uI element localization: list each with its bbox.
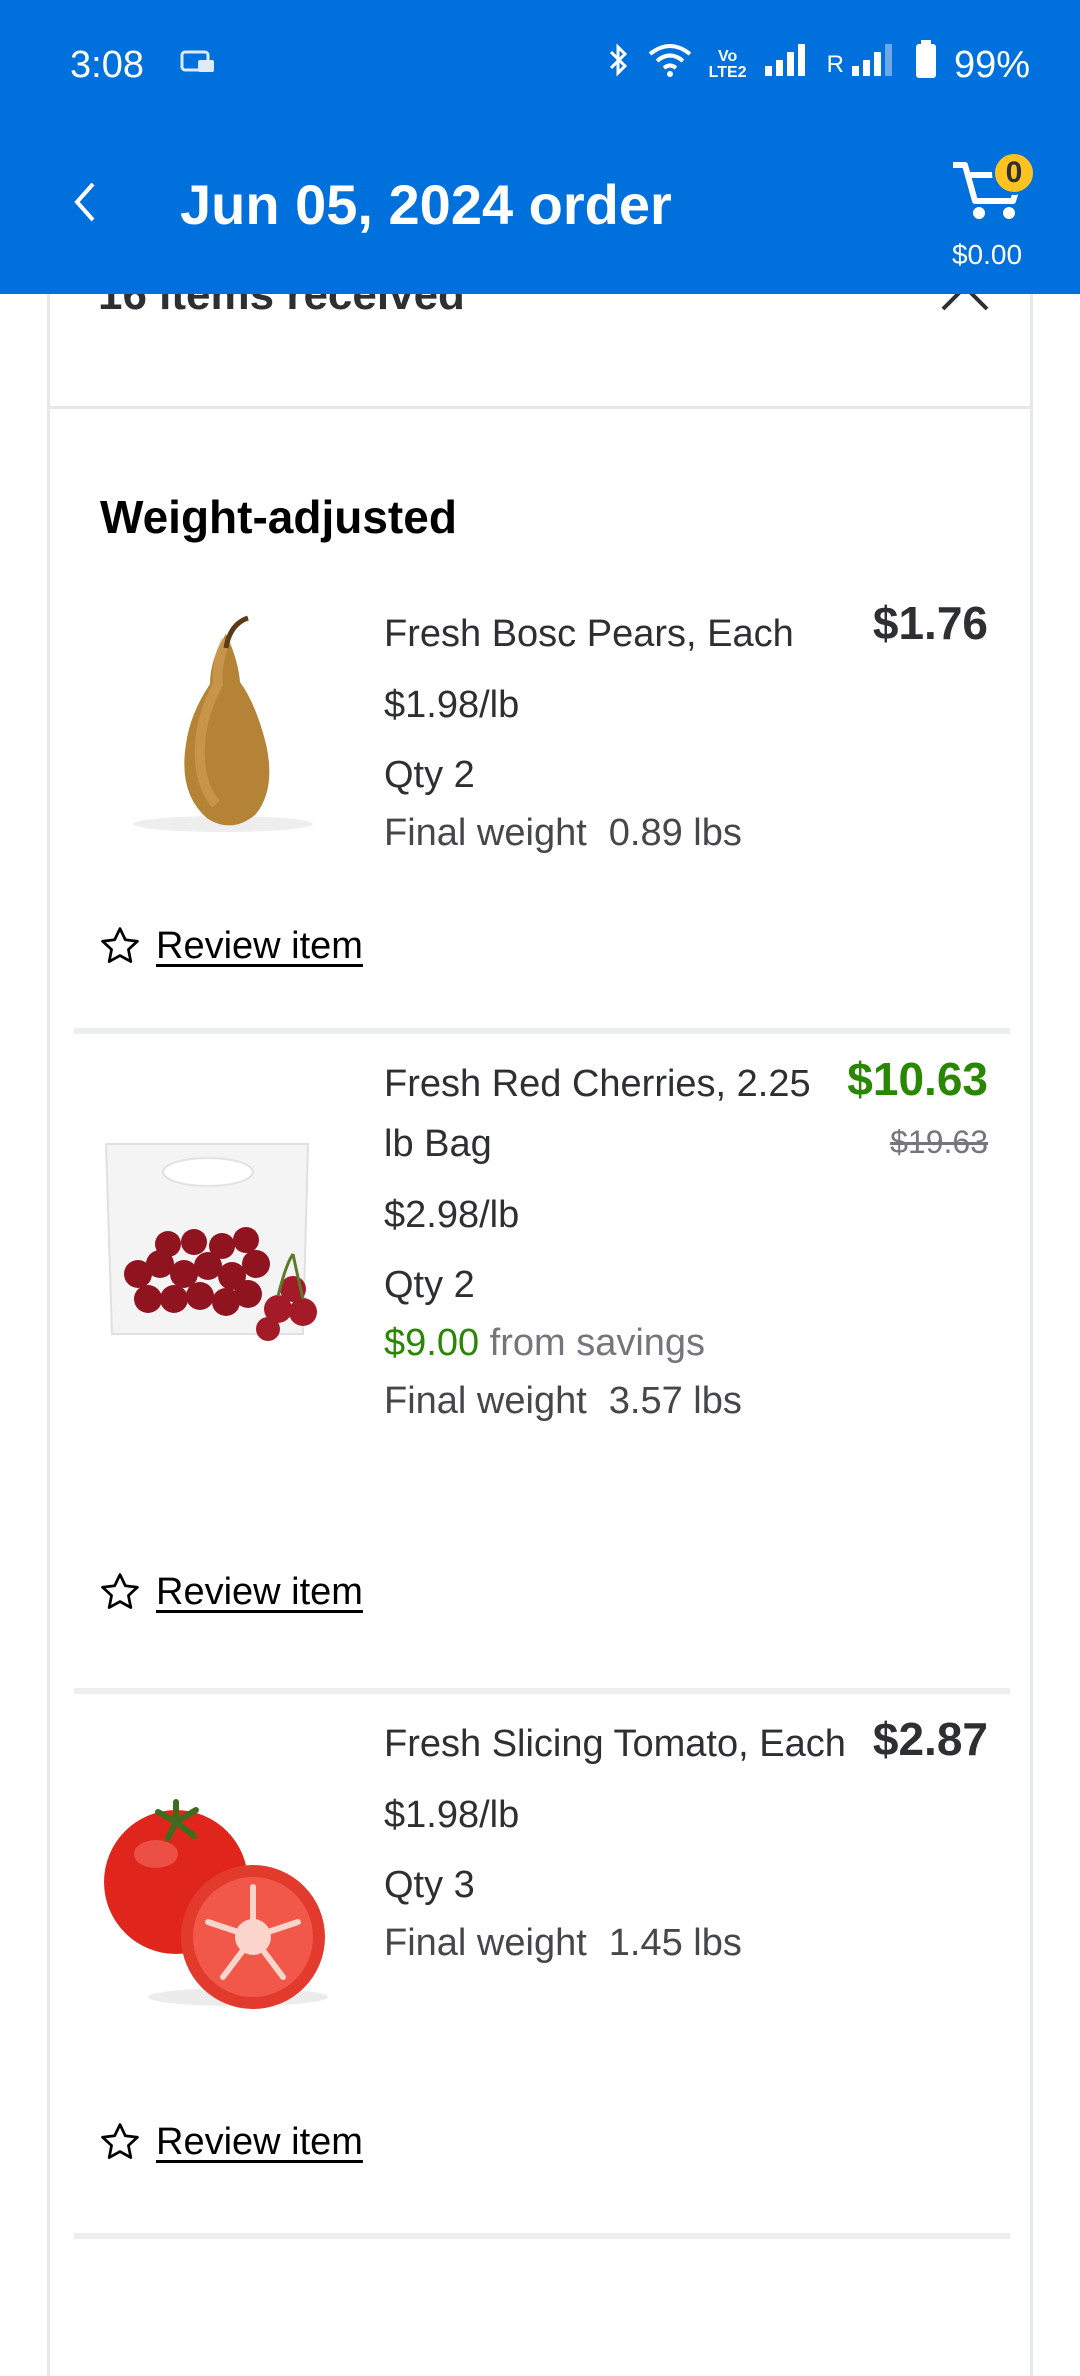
cart-count-badge: 0 (992, 151, 1036, 195)
cart-total: $0.00 (951, 239, 1023, 270)
order-item: Fresh Bosc Pears, Each $1.98/lb Qty 2 Fi… (74, 584, 1010, 1034)
back-arrow-icon (74, 182, 95, 222)
signal-icon (763, 42, 811, 88)
tomato-image (98, 1782, 338, 2022)
pear-image (98, 604, 338, 844)
notification-icon (180, 48, 216, 81)
final-weight-label: Final weight (384, 812, 587, 854)
cart-button[interactable]: 0 $0.00 (942, 151, 1036, 275)
roaming-label: R (826, 51, 844, 78)
order-items-card: 16 items received Weight-adjusted Fresh … (47, 270, 1033, 2376)
final-weight-label: Final weight (384, 1922, 587, 1964)
review-item-button[interactable]: Review item (98, 2120, 363, 2164)
final-weight-value: 3.57 lbs (608, 1380, 742, 1422)
back-button[interactable] (60, 172, 110, 232)
review-item-button[interactable]: Review item (98, 1570, 363, 1614)
item-unit-price: $1.98/lb (384, 684, 520, 726)
item-savings: $9.00 from savings (384, 1322, 705, 1365)
section-title: Weight-adjusted (100, 491, 457, 543)
status-icons: Vo LTE2 R 99% (607, 40, 1030, 90)
order-item: Fresh Slicing Tomato, Each $1.98/lb Qty … (74, 1694, 1010, 2239)
bluetooth-icon (607, 40, 631, 90)
item-name: Fresh Slicing Tomato, Each (384, 1723, 846, 1765)
item-unit-price: $1.98/lb (384, 1794, 520, 1836)
volte-icon: Vo LTE2 (708, 48, 747, 81)
item-price: $1.76 (872, 597, 988, 649)
wifi-icon (647, 42, 693, 88)
savings-text: from savings (489, 1322, 706, 1364)
item-name: Fresh Bosc Pears, Each (384, 613, 794, 655)
item-final-weight: Final weight 1.45 lbs (384, 1922, 742, 1965)
item-unit-price: $2.98/lb (384, 1194, 520, 1236)
status-bar: 3:08 Vo LTE2 R 99% (0, 0, 1080, 130)
item-price: $2.87 (872, 1713, 988, 1765)
final-weight-value: 0.89 lbs (608, 812, 742, 854)
star-outline-icon (101, 927, 139, 963)
review-item-label: Review item (156, 1570, 363, 1613)
signal-2-icon (850, 42, 898, 88)
star-outline-icon (101, 1573, 139, 1609)
item-qty: Qty 2 (384, 1264, 475, 1306)
review-item-label: Review item (156, 2120, 363, 2163)
battery-level: 99% (953, 43, 1030, 86)
item-was-price: $19.63 (890, 1124, 988, 1160)
savings-amount: $9.00 (384, 1322, 480, 1364)
battery-icon (914, 40, 938, 90)
review-item-button[interactable]: Review item (98, 924, 363, 968)
page-title: Jun 05, 2024 order (180, 173, 672, 236)
received-summary-row[interactable]: 16 items received (50, 270, 1030, 409)
review-item-label: Review item (156, 924, 363, 967)
item-name: Fresh Red Cherries, 2.25 lb Bag (384, 1063, 811, 1165)
final-weight-label: Final weight (384, 1380, 587, 1422)
item-qty: Qty 2 (384, 754, 475, 796)
star-outline-icon (101, 2123, 139, 2159)
item-final-weight: Final weight 3.57 lbs (384, 1380, 742, 1423)
item-price: $10.63 (847, 1053, 988, 1105)
cherries-image (98, 1134, 338, 1374)
item-final-weight: Final weight 0.89 lbs (384, 812, 742, 855)
status-time: 3:08 (70, 44, 144, 86)
item-qty: Qty 3 (384, 1864, 475, 1906)
order-item: Fresh Red Cherries, 2.25 lb Bag $2.98/lb… (74, 1034, 1010, 1694)
final-weight-value: 1.45 lbs (608, 1922, 742, 1964)
app-bar: 3:08 Vo LTE2 R 99% Jun 05, 2024 order 0 … (0, 0, 1080, 294)
